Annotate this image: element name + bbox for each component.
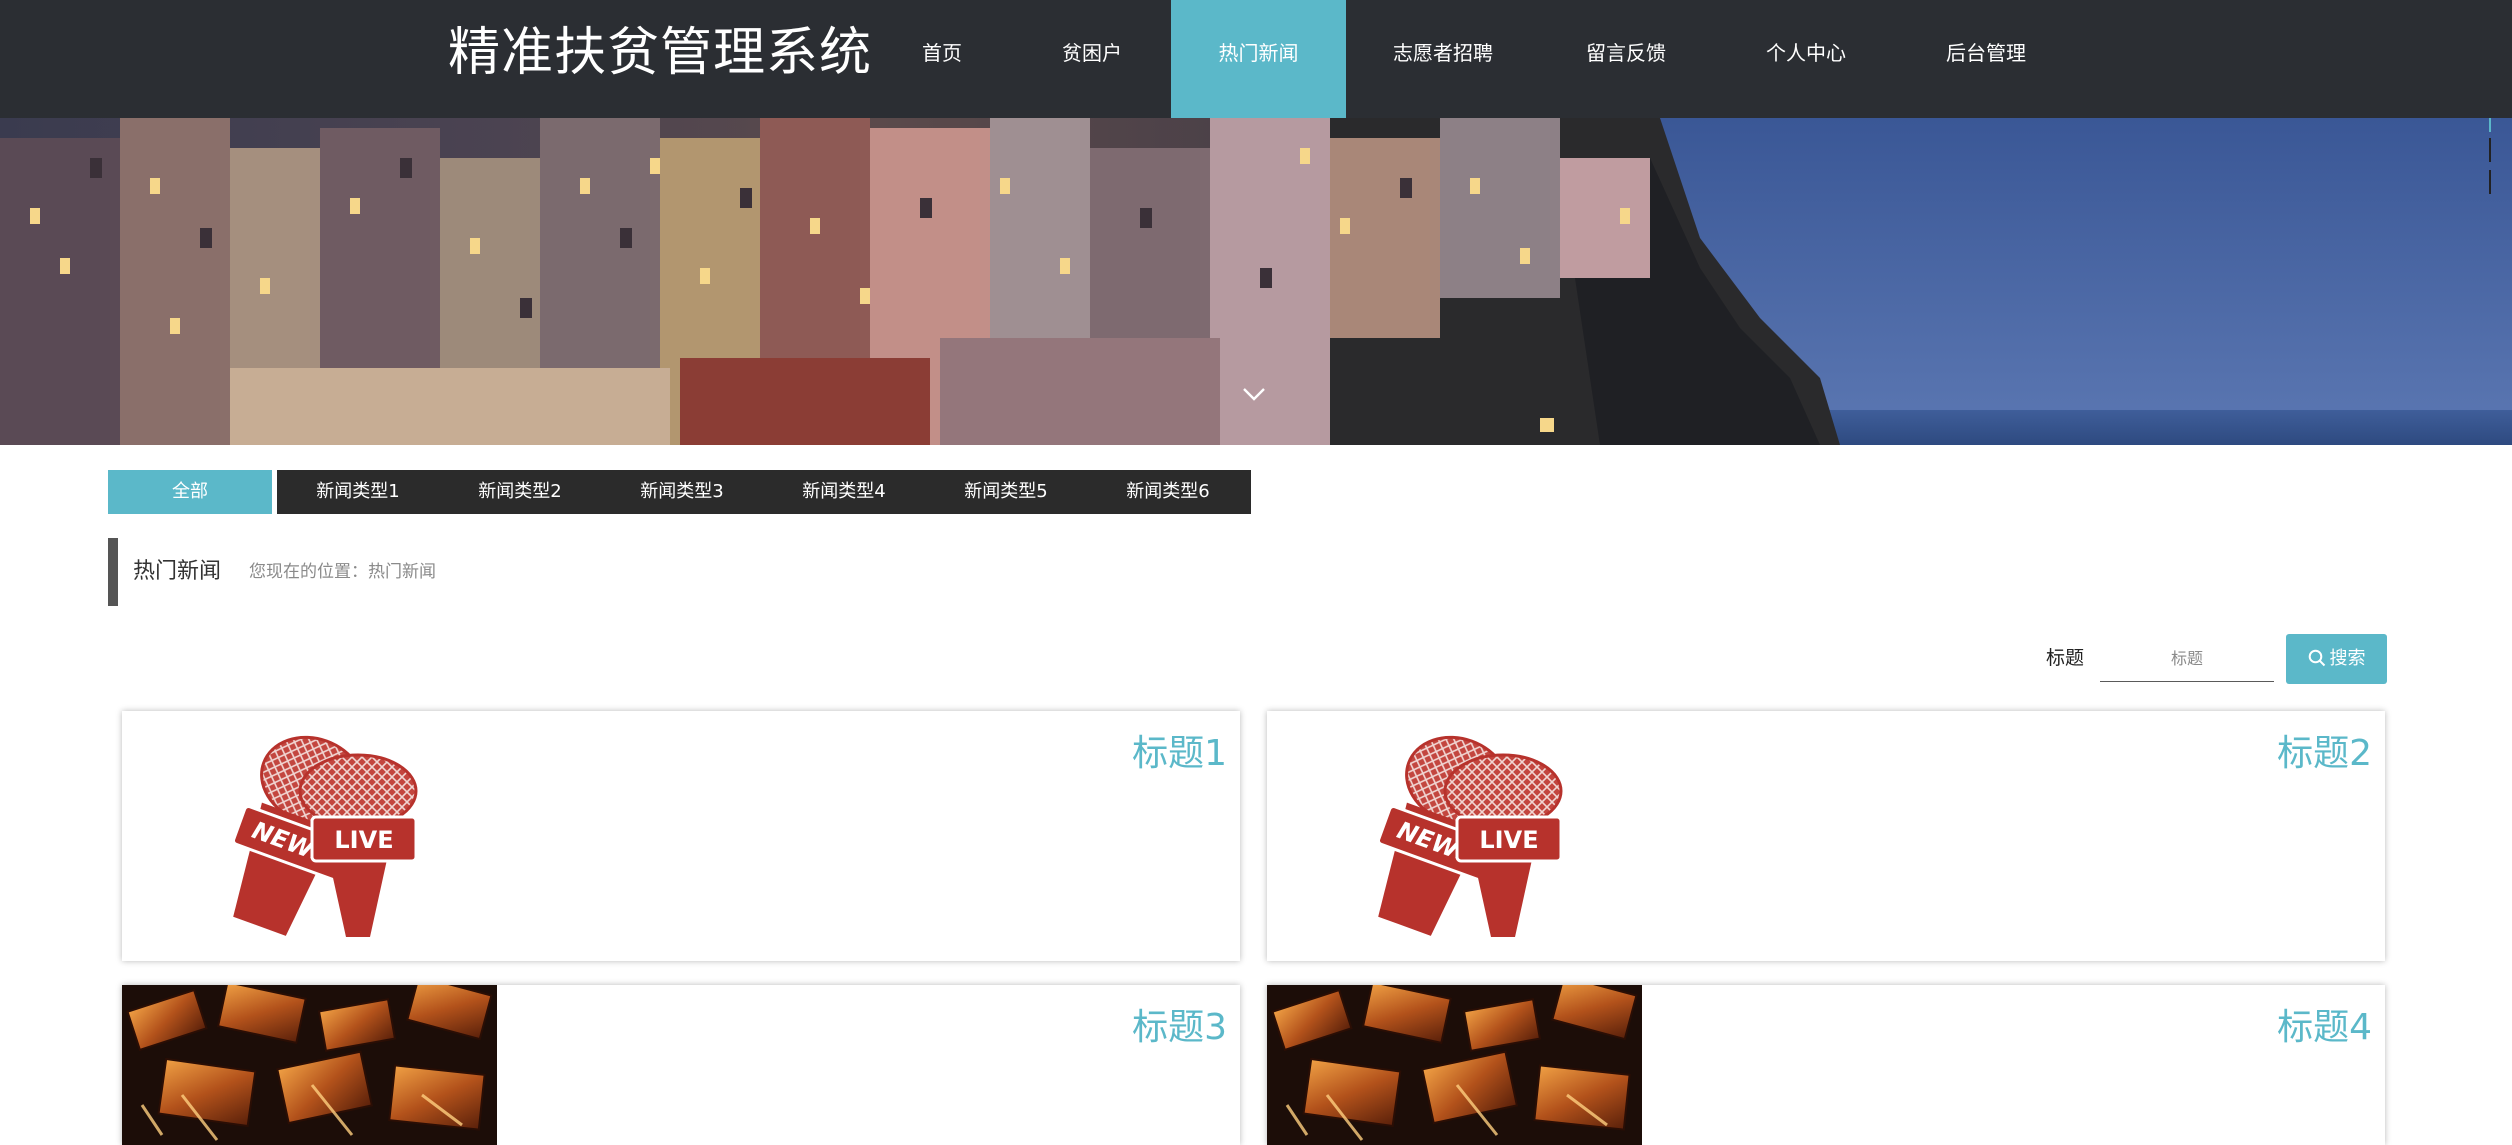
search-button-label: 搜索 [2329, 648, 2366, 669]
top-navigation-bar: 精准扶贫管理系统 首页 贫困户 热门新闻 志愿者招聘 留言反馈 个人中心 后台管… [0, 0, 2512, 118]
news-card[interactable]: 标题4 [1267, 985, 2385, 1145]
search-button[interactable]: 搜索 [2286, 634, 2387, 684]
search-input[interactable] [2100, 636, 2274, 682]
metal-letters-photo [122, 985, 497, 1145]
nav-item-volunteer-recruitment[interactable]: 志愿者招聘 [1388, 0, 1498, 118]
news-live-microphones-image: NEWS LIVE [231, 735, 418, 937]
category-tab-type-3[interactable]: 新闻类型3 [601, 470, 763, 514]
chevron-down-icon[interactable] [1242, 386, 1266, 402]
site-title: 精准扶贫管理系统 [448, 23, 873, 83]
mic-live-text: LIVE [334, 826, 393, 854]
news-card-title: 标题1 [1132, 733, 1227, 774]
metal-letters-photo [1267, 985, 1642, 1145]
category-tab-type-4[interactable]: 新闻类型4 [763, 470, 925, 514]
nav-item-admin[interactable]: 后台管理 [1936, 0, 2036, 118]
news-card-title: 标题4 [2277, 1007, 2372, 1048]
breadcrumb: 您现在的位置：热门新闻 [249, 562, 436, 582]
news-card[interactable]: NEWS LIVE 标题1 [122, 711, 1240, 961]
breadcrumb-accent-bar [108, 538, 118, 606]
nav-item-home[interactable]: 首页 [912, 0, 972, 118]
search-icon [2308, 649, 2325, 667]
news-card[interactable]: NEWS LIVE 标题2 [1267, 711, 2385, 961]
search-label: 标题 [2046, 647, 2085, 669]
nav-item-hot-news[interactable]: 热门新闻 [1171, 0, 1346, 118]
nav-item-feedback[interactable]: 留言反馈 [1576, 0, 1676, 118]
news-card-title: 标题3 [1132, 1007, 1227, 1048]
category-tab-type-2[interactable]: 新闻类型2 [439, 470, 601, 514]
nav-item-personal-center[interactable]: 个人中心 [1756, 0, 1856, 118]
news-live-microphones-image: NEWS LIVE [1376, 735, 1563, 937]
category-tab-all[interactable]: 全部 [108, 470, 272, 514]
news-card-title: 标题2 [2277, 733, 2372, 774]
mic-live-text: LIVE [1479, 826, 1538, 854]
news-category-tabs: 全部 新闻类型1 新闻类型2 新闻类型3 新闻类型4 新闻类型5 新闻类型6 [108, 470, 1251, 514]
category-tab-type-6[interactable]: 新闻类型6 [1087, 470, 1249, 514]
category-tab-type-1[interactable]: 新闻类型1 [277, 470, 439, 514]
nav-item-poor-households[interactable]: 贫困户 [1052, 0, 1132, 118]
hero-banner [0, 118, 2512, 445]
page-title: 热门新闻 [133, 559, 222, 584]
banner-scroll-indicator [2486, 118, 2494, 208]
category-tab-type-5[interactable]: 新闻类型5 [925, 470, 1087, 514]
news-card[interactable]: 标题3 [122, 985, 1240, 1145]
